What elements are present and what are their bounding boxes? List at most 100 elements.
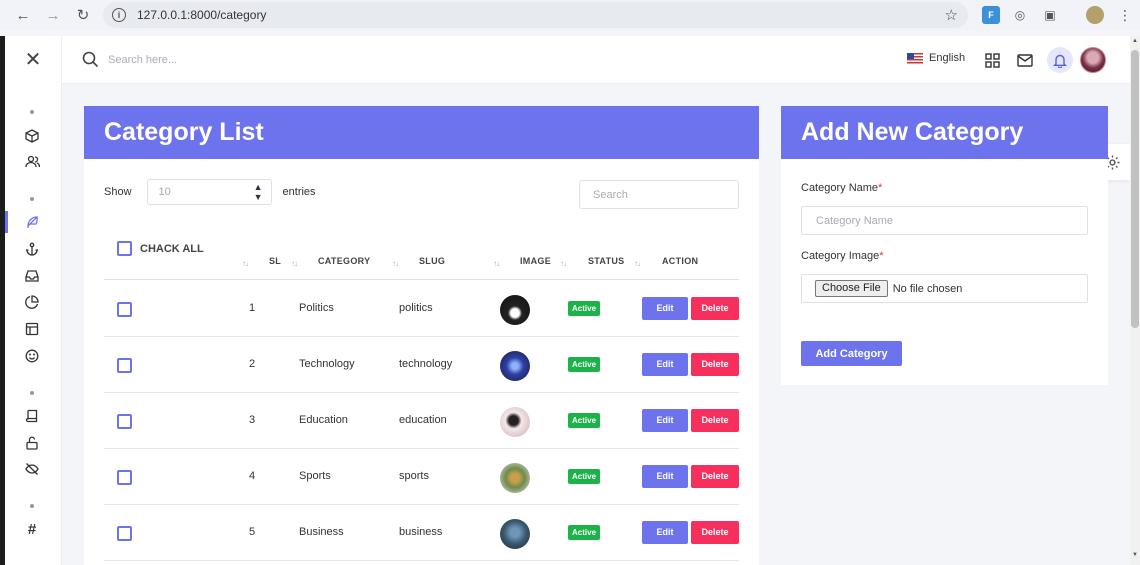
sidebar: ✕ # [5, 36, 62, 565]
hash-icon[interactable]: # [22, 519, 42, 539]
user-avatar[interactable] [1080, 47, 1106, 73]
row-checkbox[interactable] [117, 358, 132, 373]
address-bar[interactable]: i 127.0.0.1:8000/category ☆ [103, 2, 968, 28]
column-header-image[interactable]: IMAGE [520, 256, 551, 266]
check-all-control[interactable]: CHACK ALL [117, 241, 204, 256]
row-checkbox[interactable] [117, 470, 132, 485]
eye-off-icon[interactable] [22, 459, 42, 479]
more-menu-icon[interactable]: ⋮ [1116, 6, 1134, 24]
notifications-button[interactable] [1047, 47, 1073, 73]
sidebar-section-dot [30, 391, 34, 395]
mail-icon[interactable] [1015, 50, 1035, 70]
show-label: Show [104, 186, 132, 198]
users-icon[interactable] [22, 152, 42, 172]
book-icon[interactable] [22, 406, 42, 426]
bookmark-star-icon[interactable]: ☆ [945, 6, 958, 24]
table-row: 5 Business business Active Edit Delete [104, 505, 739, 561]
category-image-file-input[interactable]: Choose File No file chosen [801, 274, 1088, 303]
category-name-label-text: Category Name [801, 182, 879, 194]
row-slug: politics [399, 302, 433, 314]
row-category: Business [299, 526, 344, 538]
sidebar-section-dot [30, 504, 34, 508]
row-category: Education [299, 414, 348, 426]
table-row: 4 Sports sports Active Edit Delete [104, 449, 739, 505]
column-header-slug[interactable]: SLUG [419, 256, 445, 266]
column-header-category[interactable]: CATEGORY [318, 256, 370, 266]
smile-icon[interactable] [22, 346, 42, 366]
puzzle-icon[interactable]: ▣ [1041, 6, 1059, 24]
sort-icon[interactable]: ↑↓ [392, 259, 399, 268]
extension-icon[interactable]: F [982, 6, 1000, 24]
category-image-label: Category Image* [801, 250, 884, 262]
edit-button[interactable]: Edit [642, 409, 688, 432]
file-status-text: No file chosen [892, 282, 963, 295]
close-icon[interactable]: ✕ [23, 50, 43, 70]
page-length-select[interactable]: 10 ▲ ▼ [146, 179, 272, 205]
row-checkbox[interactable] [117, 414, 132, 429]
row-checkbox[interactable] [117, 302, 132, 317]
table-row: 1 Politics politics Active Edit Delete [104, 281, 739, 337]
page-length-value: 10 [158, 186, 171, 198]
url-text[interactable]: 127.0.0.1:8000/category [137, 8, 266, 22]
delete-button[interactable]: Delete [691, 353, 739, 376]
reload-icon[interactable]: ↻ [72, 4, 94, 26]
site-info-icon[interactable]: i [112, 8, 126, 22]
sort-icon[interactable]: ↑↓ [560, 259, 567, 268]
sort-icon[interactable]: ↑↓ [634, 259, 641, 268]
status-badge: Active [568, 357, 601, 372]
delete-button[interactable]: Delete [691, 297, 739, 320]
pie-chart-icon[interactable] [22, 292, 42, 312]
scrollbar-thumb[interactable] [1131, 50, 1139, 328]
delete-button[interactable]: Delete [691, 521, 739, 544]
category-name-input[interactable] [801, 206, 1088, 235]
column-header-status[interactable]: STATUS [588, 256, 624, 266]
layout-icon[interactable] [22, 319, 42, 339]
table-row: 3 Education education Active Edit Delete [104, 393, 739, 449]
cube-icon[interactable] [22, 126, 42, 146]
edit-button[interactable]: Edit [642, 297, 688, 320]
table-row: 2 Technology technology Active Edit Dele… [104, 337, 739, 393]
profile-avatar-icon[interactable] [1086, 6, 1104, 24]
table-search-input[interactable] [579, 180, 739, 209]
category-name-label: Category Name* [801, 182, 882, 194]
edit-button[interactable]: Edit [642, 465, 688, 488]
add-category-button[interactable]: Add Category [801, 341, 902, 366]
scroll-down-icon[interactable]: ▼ [1130, 552, 1140, 558]
globe-icon[interactable]: ◎ [1011, 6, 1029, 24]
delete-button[interactable]: Delete [691, 465, 739, 488]
search-icon[interactable] [82, 51, 99, 73]
category-list-card: Category List Show 10 ▲▼ entries CHACK A… [84, 106, 759, 565]
add-category-card: Add New Category Category Name* Category… [781, 106, 1108, 385]
top-header: English [62, 36, 1134, 84]
check-all-label: CHACK ALL [140, 242, 204, 255]
header-search-input[interactable] [108, 50, 308, 70]
sort-icon[interactable]: ↑↓ [291, 259, 298, 268]
choose-file-button[interactable]: Choose File [815, 280, 888, 297]
column-header-action: ACTION [662, 256, 699, 266]
feather-icon[interactable] [22, 212, 42, 232]
apps-grid-icon[interactable] [982, 50, 1002, 70]
row-sl: 2 [249, 358, 256, 370]
sidebar-section-dot [30, 110, 34, 114]
language-selector[interactable]: English [907, 52, 965, 64]
row-slug: education [399, 414, 447, 426]
category-image-label-text: Category Image [801, 250, 880, 262]
sort-icon[interactable]: ↑↓ [493, 259, 500, 268]
edit-button[interactable]: Edit [642, 353, 688, 376]
status-badge: Active [568, 525, 601, 540]
edit-button[interactable]: Edit [642, 521, 688, 544]
row-slug: sports [399, 470, 429, 482]
anchor-icon[interactable] [22, 239, 42, 259]
column-header-sl[interactable]: SL [269, 256, 281, 266]
forward-icon[interactable]: → [42, 4, 64, 26]
page-scrollbar[interactable]: ▲ ▼ [1130, 36, 1140, 565]
inbox-icon[interactable] [22, 266, 42, 286]
back-icon[interactable]: ← [12, 4, 34, 26]
row-checkbox[interactable] [117, 526, 132, 541]
lock-icon[interactable] [22, 433, 42, 453]
delete-button[interactable]: Delete [691, 409, 739, 432]
sort-icon[interactable]: ↑↓ [242, 259, 249, 268]
scroll-up-icon[interactable]: ▲ [1130, 38, 1140, 44]
check-all-checkbox[interactable] [117, 241, 132, 256]
status-badge: Active [568, 469, 601, 484]
